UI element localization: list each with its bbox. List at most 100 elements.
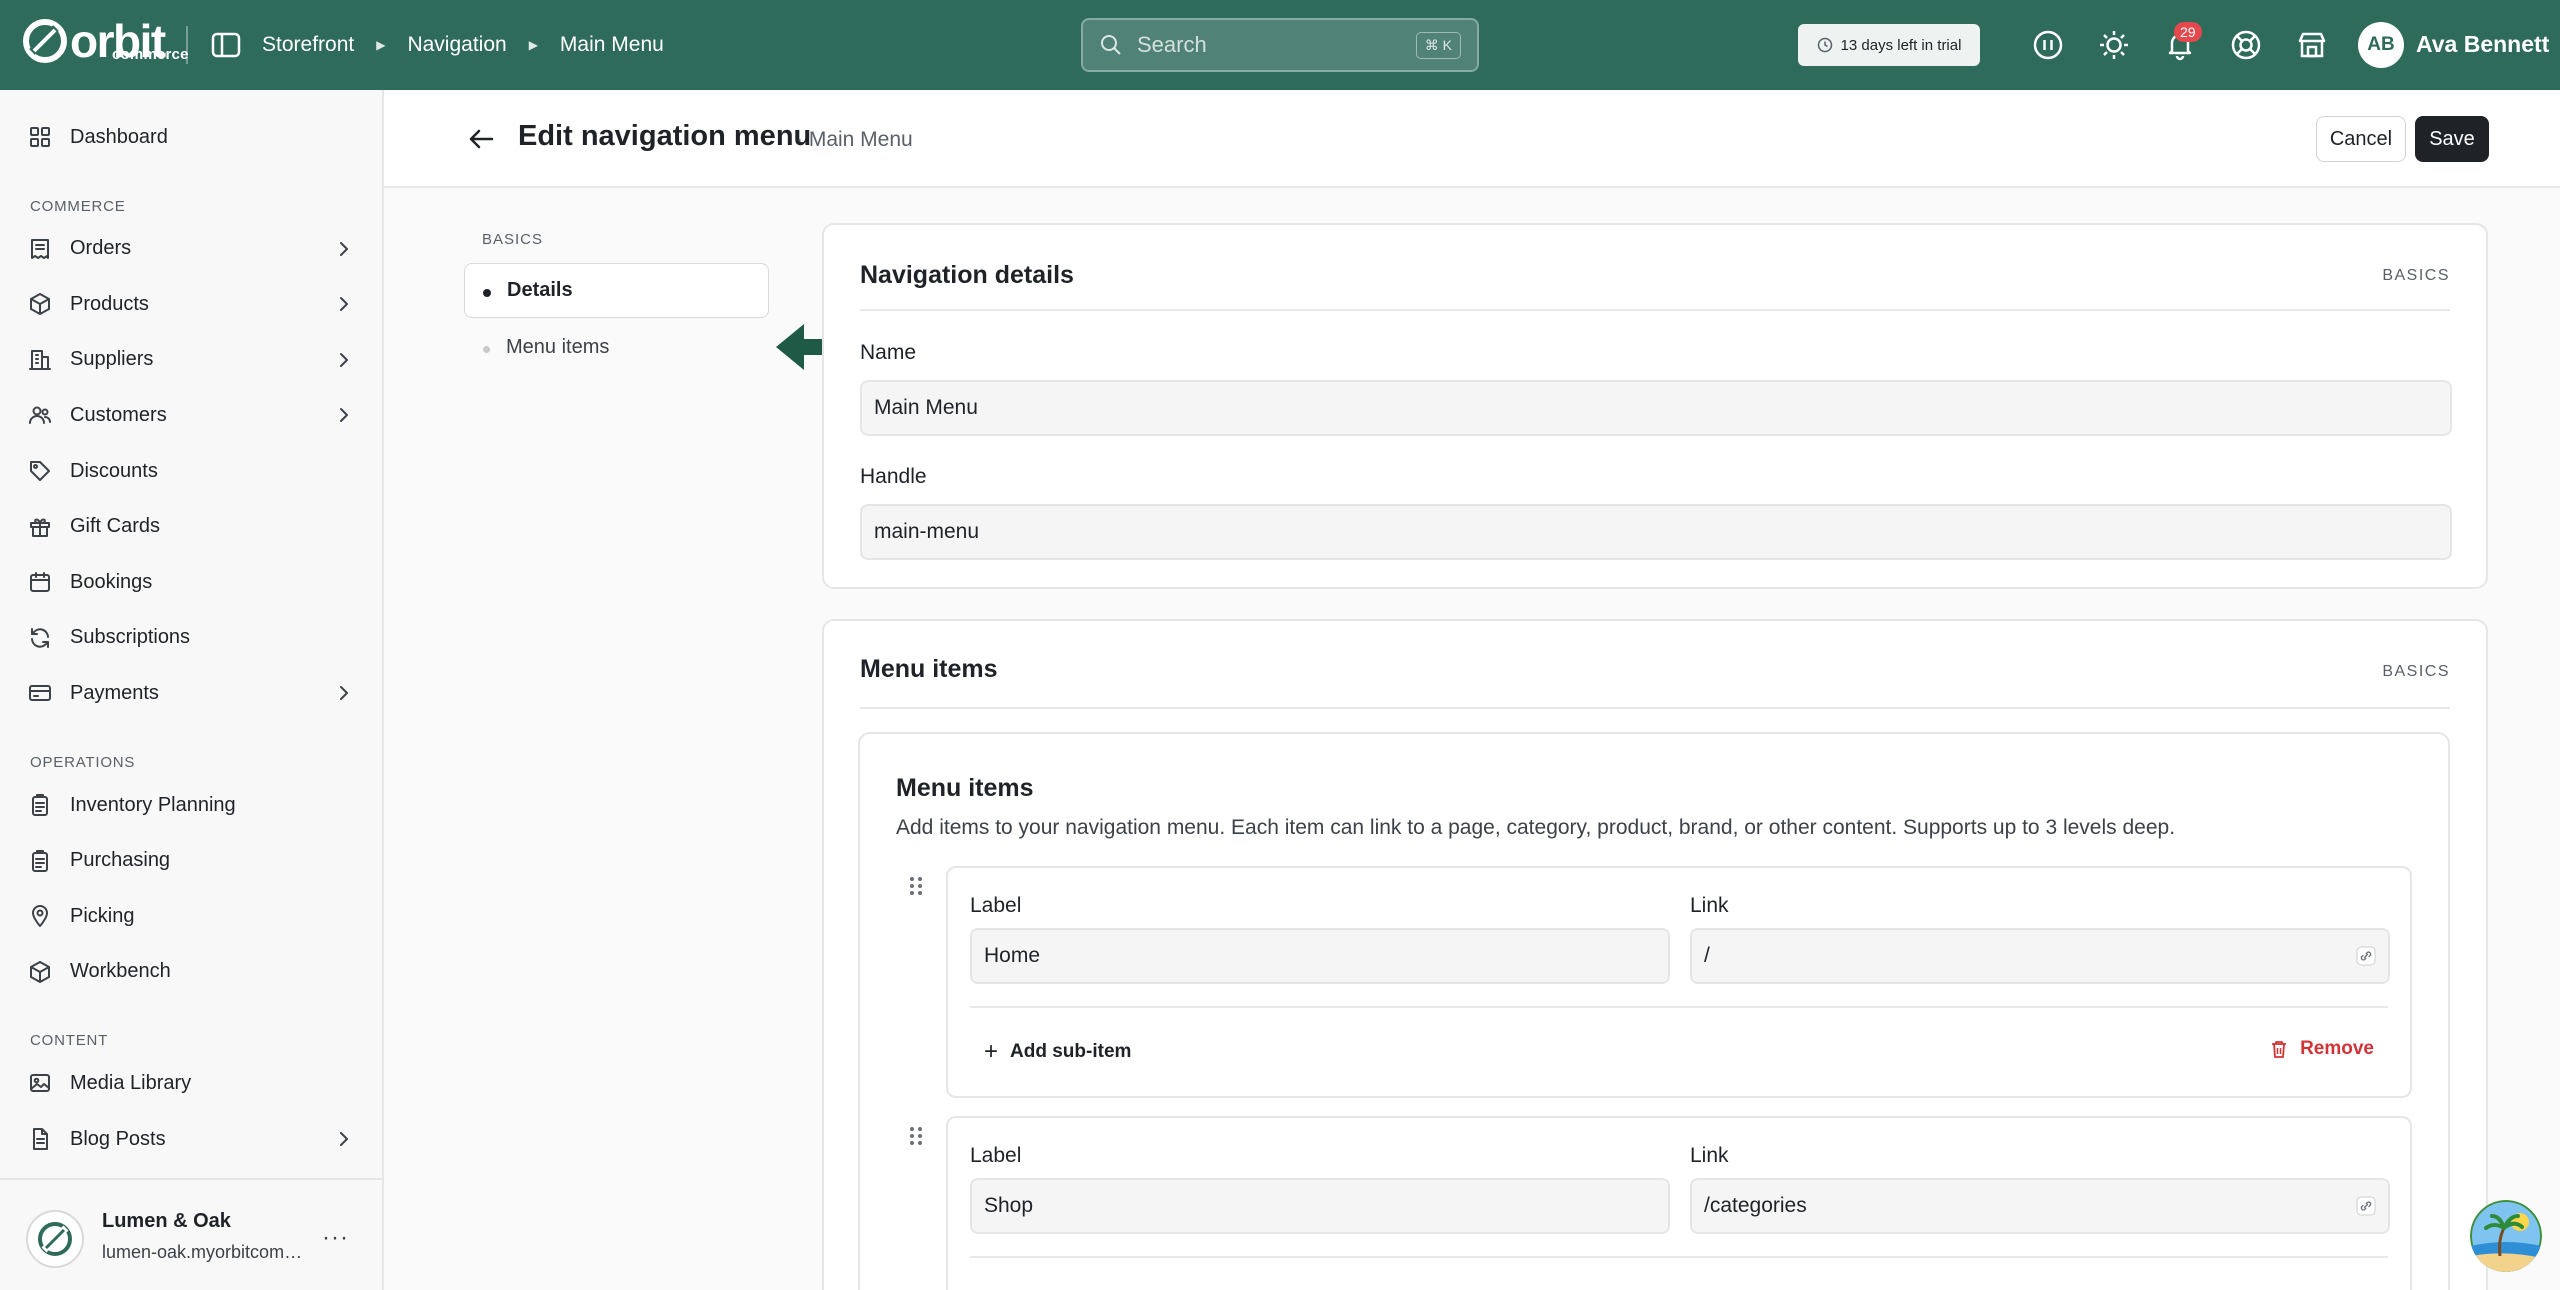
clock-icon: [1817, 37, 1832, 53]
image-icon: [30, 1074, 50, 1093]
section-nav-details[interactable]: Details: [464, 263, 769, 318]
file-icon: [33, 1128, 48, 1150]
menu-item-row: Label Link + Add sub-item Remove: [946, 866, 2412, 1098]
card-icon: [29, 685, 51, 702]
breadcrumb-separator-icon: ▶: [376, 38, 386, 52]
sidebar-item-bookings[interactable]: Bookings: [0, 557, 382, 607]
menu-items-description: Add items to your navigation menu. Each …: [896, 816, 2176, 839]
assistant-bubble[interactable]: [2470, 1200, 2542, 1272]
refresh-icon: [31, 627, 49, 648]
name-label: Name: [860, 341, 917, 364]
sidebar-item-payments[interactable]: Payments: [0, 668, 382, 718]
lifebuoy-icon: [2231, 30, 2261, 60]
add-sub-item-button[interactable]: + Add sub-item: [984, 1038, 1131, 1066]
breadcrumb-storefront[interactable]: Storefront: [262, 33, 354, 57]
inactive-dot-icon: [483, 346, 490, 353]
section-nav-menu-items-label: Menu items: [506, 336, 610, 358]
more-options-icon[interactable]: ···: [322, 1224, 349, 1252]
sidebar-toggle-icon[interactable]: [210, 29, 242, 61]
storefront-button[interactable]: [2294, 27, 2330, 63]
search-input[interactable]: Search ⌘ K: [1081, 18, 1479, 72]
menu-item-label-input[interactable]: [970, 1178, 1670, 1234]
status-button[interactable]: [2030, 27, 2066, 63]
sidebar-item-inventory-planning[interactable]: Inventory Planning: [0, 780, 382, 830]
breadcrumb-navigation[interactable]: Navigation: [407, 33, 506, 57]
menu-item-link-input[interactable]: [1690, 1178, 2390, 1234]
sidebar-item-dashboard[interactable]: Dashboard: [0, 112, 382, 162]
sidebar-item-label: Payments: [70, 681, 159, 704]
status-icon: [2033, 30, 2063, 60]
section-nav-menu-items[interactable]: Menu items: [464, 320, 769, 375]
chevron-right-icon: [340, 352, 348, 367]
sidebar-item-label: Gift Cards: [70, 515, 161, 538]
theme-toggle-button[interactable]: [2096, 27, 2132, 63]
clipboard-icon: [32, 849, 48, 872]
search-icon: [1101, 35, 1121, 55]
sidebar-item-customers[interactable]: Customers: [0, 390, 382, 440]
sidebar-item-label: Media Library: [70, 1071, 192, 1094]
breadcrumb-separator-icon: ▶: [528, 38, 538, 52]
sidebar-item-label: Bookings: [70, 570, 153, 593]
sidebar: Dashboard COMMERCE Orders Products Suppliers…: [0, 90, 384, 1290]
menu-item-link-input[interactable]: [1690, 928, 2390, 984]
cancel-button[interactable]: Cancel: [2316, 116, 2406, 162]
sidebar-item-gift-cards[interactable]: Gift Cards: [0, 502, 382, 552]
sun-icon: [2100, 31, 2128, 59]
sidebar-group-operations: OPERATIONS: [30, 754, 136, 771]
link-heading: Link: [1690, 894, 1729, 917]
remove-label: Remove: [2300, 1038, 2374, 1059]
tag-icon: [30, 461, 50, 481]
trial-badge[interactable]: 13 days left in trial: [1798, 24, 1980, 66]
menu-items-editor: Menu items Add items to your navigation …: [858, 732, 2450, 1290]
breadcrumb-main-menu[interactable]: Main Menu: [560, 33, 664, 57]
store-icon: [2298, 32, 2326, 58]
sidebar-item-label: Purchasing: [70, 849, 171, 872]
sidebar-item-products[interactable]: Products: [0, 279, 382, 329]
building-icon: [29, 349, 51, 370]
pin-icon: [32, 905, 48, 928]
sidebar-item-label: Suppliers: [70, 348, 154, 371]
store-logo: [26, 1210, 84, 1268]
user-name[interactable]: Ava Bennett: [2416, 31, 2549, 58]
sidebar-group-content: CONTENT: [30, 1032, 109, 1050]
sidebar-item-orders[interactable]: Orders: [0, 224, 382, 274]
clipboard-icon: [32, 794, 48, 816]
sidebar-item-blog-posts[interactable]: Blog Posts: [0, 1114, 382, 1164]
page-subtitle: · Main Menu: [796, 128, 913, 151]
gift-icon: [30, 518, 50, 537]
handle-input[interactable]: [860, 504, 2452, 560]
link-picker-icon[interactable]: [2356, 1196, 2376, 1216]
add-sub-item-label: Add sub-item: [1010, 1041, 1132, 1062]
link-heading: Link: [1690, 1144, 1729, 1167]
sidebar-item-suppliers[interactable]: Suppliers: [0, 335, 382, 385]
sidebar-item-workbench[interactable]: Workbench: [0, 947, 382, 997]
menu-item-label-input[interactable]: [970, 928, 1670, 984]
search-shortcut: ⌘ K: [1415, 31, 1461, 59]
sidebar-item-media-library[interactable]: Media Library: [0, 1058, 382, 1108]
link-picker-icon[interactable]: [2356, 946, 2376, 966]
sidebar-item-label: Picking: [70, 904, 135, 927]
back-arrow-icon[interactable]: [466, 124, 496, 154]
sidebar-item-purchasing[interactable]: Purchasing: [0, 836, 382, 886]
remove-button[interactable]: Remove: [2270, 1038, 2374, 1060]
sidebar-item-subscriptions[interactable]: Subscriptions: [0, 613, 382, 663]
sidebar-item-label: Workbench: [70, 960, 171, 983]
search-placeholder: Search: [1137, 32, 1207, 57]
calendar-icon: [30, 572, 50, 593]
store-switcher[interactable]: Lumen & Oak lumen-oak.myorbitcommerce.co…: [0, 1178, 382, 1290]
breadcrumb: Storefront ▶ Navigation ▶ Main Menu: [262, 0, 664, 90]
name-input[interactable]: [860, 380, 2452, 436]
orders-icon: [31, 238, 49, 259]
drag-handle-icon[interactable]: [906, 874, 926, 898]
sidebar-item-picking[interactable]: Picking: [0, 891, 382, 941]
user-avatar[interactable]: AB: [2358, 22, 2404, 68]
sidebar-item-discounts[interactable]: Discounts: [0, 446, 382, 496]
drag-handle-icon[interactable]: [906, 1124, 926, 1148]
chevron-right-icon: [340, 408, 348, 423]
notification-count-badge: 29: [2174, 22, 2202, 42]
sidebar-group-commerce: COMMERCE: [30, 197, 126, 215]
help-button[interactable]: [2228, 27, 2264, 63]
row-divider: [970, 1006, 2388, 1008]
save-button[interactable]: Save: [2415, 116, 2489, 162]
handle-label: Handle: [860, 465, 927, 488]
